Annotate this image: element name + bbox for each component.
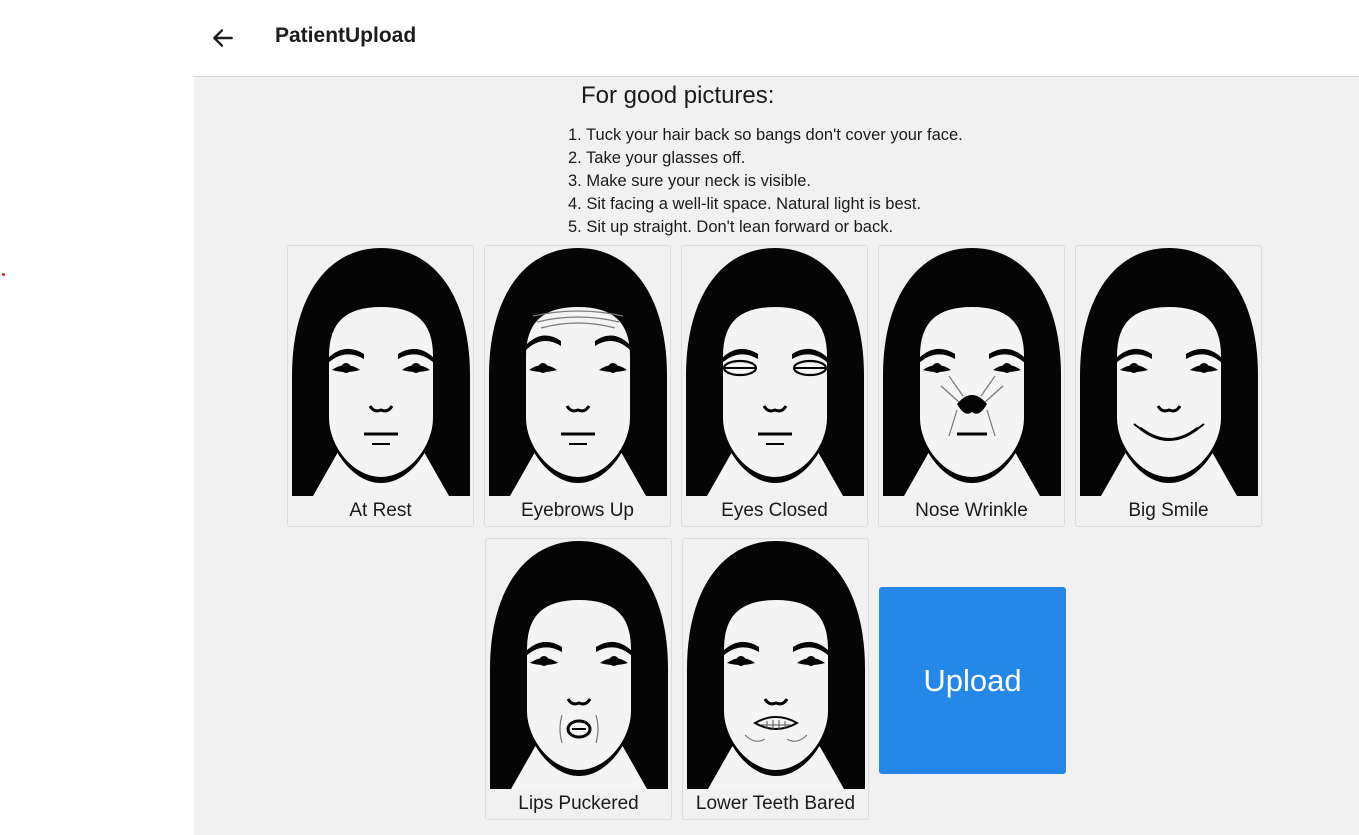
expression-label: At Rest bbox=[349, 500, 412, 521]
expression-tile-eyes-closed[interactable]: Eyes Closed bbox=[681, 245, 868, 527]
expression-tile-big-smile[interactable]: Big Smile bbox=[1075, 245, 1262, 527]
expression-tile-eyebrows-up[interactable]: Eyebrows Up bbox=[484, 245, 671, 527]
face-nose-wrinkle-icon bbox=[879, 246, 1064, 496]
page-title: PatientUpload bbox=[275, 24, 417, 47]
expression-tile-nose-wrinkle[interactable]: Nose Wrinkle bbox=[878, 245, 1065, 527]
instruction-item: 4. Sit facing a well-lit space. Natural … bbox=[568, 195, 922, 213]
instruction-item: 5. Sit up straight. Don't lean forward o… bbox=[568, 218, 894, 236]
back-button[interactable] bbox=[205, 20, 241, 56]
expression-tile-lower-teeth-bared[interactable]: Lower Teeth Bared bbox=[682, 538, 869, 820]
expression-label: Lips Puckered bbox=[518, 793, 639, 814]
instruction-item: 2. Take your glasses off. bbox=[568, 149, 746, 167]
expression-label: Lower Teeth Bared bbox=[695, 793, 856, 814]
instructions-title: For good pictures: bbox=[581, 82, 775, 109]
arrow-left-icon bbox=[213, 29, 233, 47]
expression-label: Nose Wrinkle bbox=[915, 500, 1028, 521]
face-at-rest-icon bbox=[288, 246, 473, 496]
expression-tile-at-rest[interactable]: At Rest bbox=[287, 245, 474, 527]
face-lower-teeth-bared-icon bbox=[683, 539, 868, 789]
expression-label: Big Smile bbox=[1128, 500, 1209, 521]
instructions-list: 1. Tuck your hair back so bangs don't co… bbox=[568, 124, 963, 239]
face-big-smile-icon bbox=[1076, 246, 1261, 496]
face-eyes-closed-icon bbox=[682, 246, 867, 496]
instruction-item: 1. Tuck your hair back so bangs don't co… bbox=[568, 126, 963, 144]
expression-label: Eyes Closed bbox=[721, 500, 828, 521]
face-eyebrows-up-icon bbox=[485, 246, 670, 496]
main-content: For good pictures: 1. Tuck your hair bac… bbox=[194, 77, 1359, 835]
expression-label: Eyebrows Up bbox=[521, 500, 634, 521]
upload-button[interactable]: Upload bbox=[879, 587, 1066, 774]
app-header: PatientUpload bbox=[193, 0, 1359, 77]
expression-tile-lips-puckered[interactable]: Lips Puckered bbox=[485, 538, 672, 820]
face-lips-puckered-icon bbox=[486, 539, 671, 789]
instruction-item: 3. Make sure your neck is visible. bbox=[568, 172, 812, 190]
red-indicator-dot bbox=[2, 273, 5, 276]
patient-upload-app: PatientUpload For good pictures: 1. Tuck… bbox=[193, 0, 1359, 835]
